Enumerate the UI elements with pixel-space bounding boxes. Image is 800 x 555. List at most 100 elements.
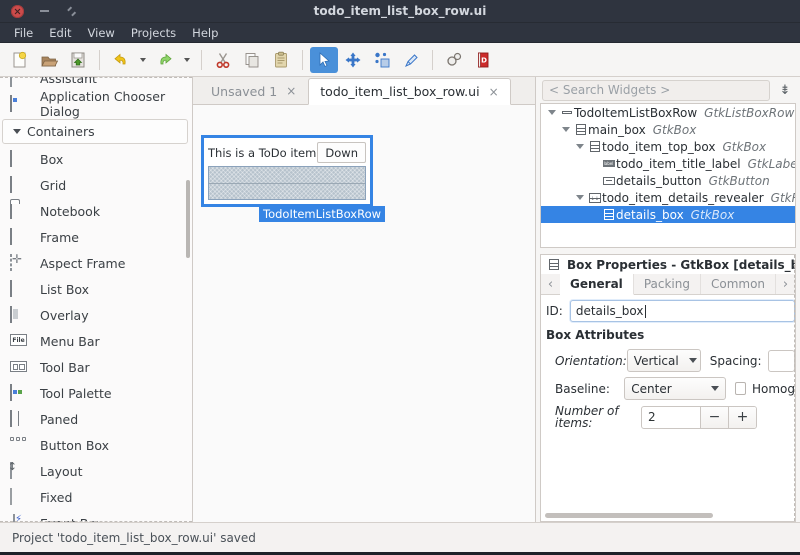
todo-item-list-box-row-selection[interactable]: This is a ToDo item title Down [201,135,373,207]
menu-file[interactable]: File [6,24,41,42]
details-button[interactable]: Down [317,142,366,163]
tree-node-name: details_button [616,174,702,188]
todo-item-top-box[interactable]: This is a ToDo item title Down [208,142,366,163]
undo-dropdown-button[interactable] [136,47,150,73]
toolbar-separator-2 [201,50,202,70]
number-of-items-stepper[interactable]: 2 − + [641,406,757,429]
tab-common[interactable]: Common [701,274,776,294]
status-message: Project 'todo_item_list_box_row.ui' save… [12,531,256,545]
redo-button[interactable] [151,47,179,73]
copy-button[interactable] [238,47,266,73]
palette-item-frame[interactable]: Frame [0,224,192,250]
expander-icon[interactable] [573,195,587,200]
baseline-select[interactable]: Center [624,377,726,400]
redo-dropdown-button[interactable] [180,47,194,73]
palette-item-label: List Box [40,282,89,297]
menu-help[interactable]: Help [184,24,226,42]
tree-node-type: GtkBox [653,123,697,137]
id-field-value: details_box [576,304,644,318]
palette-item-application-chooser-dialog[interactable]: Application Chooser Dialog [0,91,192,117]
minimize-window-button[interactable] [38,5,51,18]
help-docs-button[interactable]: D [469,47,497,73]
toolpalette-icon [10,384,30,402]
tree-node-todo-item-title-label[interactable]: label todo_item_title_label GtkLabel [541,155,795,172]
expander-icon[interactable] [559,127,573,132]
palette-item-list-box[interactable]: List Box [0,276,192,302]
drag-resize-button[interactable] [339,47,367,73]
preferences-button[interactable] [440,47,468,73]
select-pointer-button[interactable] [310,47,338,73]
search-widgets-input[interactable]: < Search Widgets > [542,80,770,101]
palette-item-label: Overlay [40,308,89,323]
palette-item-grid[interactable]: Grid [0,172,192,198]
menu-view[interactable]: View [80,24,123,42]
palette-item-label: Application Chooser Dialog [40,89,192,119]
cut-button[interactable] [209,47,237,73]
palette-item-aspect-frame[interactable]: Aspect Frame [0,250,192,276]
redo-icon [155,50,175,70]
palette-scrollbar[interactable] [186,180,190,258]
glade-application-window: todo_item_list_box_row.ui File Edit View… [0,0,800,555]
paste-button[interactable] [267,47,295,73]
maximize-window-button[interactable] [65,5,78,18]
tree-node-todoitemlistboxrow[interactable]: TodoItemListBoxRow GtkListBoxRow (... [541,104,795,121]
tree-node-main-box[interactable]: main_box GtkBox [541,121,795,138]
palette-item-menu-bar[interactable]: File Menu Bar [0,328,192,354]
menu-projects[interactable]: Projects [123,24,184,42]
spacing-field[interactable] [768,350,795,372]
tab-unsaved-1[interactable]: Unsaved 1 × [199,77,308,104]
number-of-items-row: Number ofitems: 2 − + [541,405,795,429]
widget-tree[interactable]: TodoItemListBoxRow GtkListBoxRow (... ma… [540,103,796,248]
palette-item-box[interactable]: Box [0,146,192,172]
designed-widget[interactable]: This is a ToDo item title Down TodoItemL… [201,135,373,207]
chevron-right-icon[interactable]: › [776,274,795,294]
tree-node-details-box[interactable]: details_box GtkBox [541,206,795,223]
todo-item-title-label[interactable]: This is a ToDo item title [208,142,317,163]
tree-node-name: TodoItemListBoxRow [574,106,697,120]
decrement-button[interactable]: − [700,407,728,428]
close-window-button[interactable] [11,5,24,18]
palette-group-containers[interactable]: Containers [2,119,188,144]
palette-item-tool-palette[interactable]: Tool Palette [0,380,192,406]
orientation-select[interactable]: Vertical [627,349,701,372]
palette-item-fixed[interactable]: Fixed [0,484,192,510]
align-edit-button[interactable] [397,47,425,73]
palette-item-notebook[interactable]: Notebook [0,198,192,224]
properties-horizontal-scrollbar[interactable] [545,513,713,518]
menu-edit[interactable]: Edit [41,24,79,42]
tree-node-details-button[interactable]: details_button GtkButton [541,172,795,189]
palette-item-button-box[interactable]: Button Box [0,432,192,458]
palette-item-tool-bar[interactable]: Tool Bar [0,354,192,380]
design-canvas[interactable]: This is a ToDo item title Down TodoItemL… [193,105,535,522]
tree-node-todo-item-details-revealer[interactable]: todo_item_details_revealer GtkR... [541,189,795,206]
palette-item-overlay[interactable]: Overlay [0,302,192,328]
open-button[interactable] [35,47,63,73]
homogeneous-checkbox[interactable] [735,382,746,395]
close-icon[interactable]: × [286,85,296,97]
search-widgets-row: < Search Widgets > ⇟ [536,77,800,103]
close-icon[interactable]: × [489,86,499,98]
tree-node-todo-item-top-box[interactable]: todo_item_top_box GtkBox [541,138,795,155]
chevron-left-icon[interactable]: ‹ [541,274,560,294]
tab-general[interactable]: General [560,274,634,295]
increment-button[interactable]: + [728,407,756,428]
margins-padding-button[interactable] [368,47,396,73]
tab-packing[interactable]: Packing [634,274,701,294]
main-toolbar: D [0,43,800,77]
new-button[interactable] [6,47,34,73]
undo-icon [111,50,131,70]
tree-node-type: GtkBox [691,208,735,222]
expander-icon[interactable] [573,144,587,149]
palette-item-paned[interactable]: Paned [0,406,192,432]
undo-button[interactable] [107,47,135,73]
number-of-items-value[interactable]: 2 [642,407,700,428]
chevron-down-icon [711,386,719,391]
details-box-placeholder[interactable] [208,166,366,200]
tab-todo-item-list-box-row-ui[interactable]: todo_item_list_box_row.ui × [308,78,510,105]
widget-name-badge: TodoItemListBoxRow [259,206,385,222]
id-field[interactable]: details_box [570,300,795,322]
expand-all-icon[interactable]: ⇟ [776,83,794,98]
expander-icon[interactable] [545,110,559,115]
palette-item-layout[interactable]: Layout [0,458,192,484]
save-button[interactable] [64,47,92,73]
